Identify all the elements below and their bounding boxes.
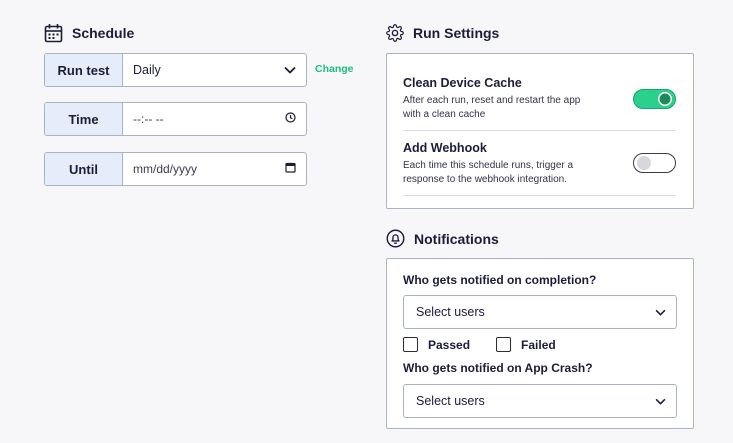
chevron-down-icon xyxy=(655,305,666,319)
chevron-down-icon xyxy=(284,63,296,77)
run-settings-panel: Clean Device Cache After each run, reset… xyxy=(386,53,694,209)
notifications-panel: Who gets notified on completion? Select … xyxy=(386,258,694,429)
schedule-title: Schedule xyxy=(72,25,135,41)
toggle-knob xyxy=(637,156,651,170)
until-input[interactable]: mm/dd/yyyy xyxy=(123,153,306,185)
webhook-title: Add Webhook xyxy=(403,141,487,155)
clean-cache-setting: Clean Device Cache After each run, reset… xyxy=(403,76,676,122)
crash-question: Who gets notified on App Crash? xyxy=(403,361,593,375)
time-input[interactable]: --:-- -- xyxy=(123,103,306,135)
until-value: mm/dd/yyyy xyxy=(133,162,198,176)
run-settings-header: Run Settings xyxy=(386,24,499,42)
crash-select-value: Select users xyxy=(416,394,485,408)
schedule-header: Schedule xyxy=(44,23,134,43)
time-value: --:-- -- xyxy=(133,112,164,126)
notifications-header: Notifications xyxy=(386,229,499,248)
completion-select-value: Select users xyxy=(416,305,485,319)
status-checkboxes: Passed Failed xyxy=(403,337,556,352)
bell-icon xyxy=(386,229,405,248)
failed-checkbox[interactable] xyxy=(496,337,512,352)
failed-label: Failed xyxy=(521,337,556,352)
run-settings-title: Run Settings xyxy=(413,25,500,41)
run-test-field[interactable]: Run test Daily xyxy=(44,53,307,87)
webhook-toggle[interactable] xyxy=(633,153,676,173)
completion-question: Who gets notified on completion? xyxy=(403,273,597,287)
divider xyxy=(403,130,676,131)
divider xyxy=(403,195,676,196)
until-field[interactable]: Until mm/dd/yyyy xyxy=(44,152,307,186)
time-field[interactable]: Time --:-- -- xyxy=(44,102,307,136)
toggle-knob xyxy=(658,92,672,106)
clean-cache-description: After each run, reset and restart the ap… xyxy=(403,95,581,120)
clock-icon[interactable] xyxy=(285,112,296,126)
gear-icon xyxy=(386,24,404,42)
run-test-select[interactable]: Daily xyxy=(123,54,306,86)
calendar-icon xyxy=(44,23,63,43)
chevron-down-icon xyxy=(655,394,666,408)
clean-cache-title: Clean Device Cache xyxy=(403,76,522,90)
webhook-description: Each time this schedule runs, trigger a … xyxy=(403,160,574,185)
passed-label: Passed xyxy=(428,337,471,352)
until-label: Until xyxy=(45,153,123,185)
notifications-title: Notifications xyxy=(414,230,499,247)
completion-users-select[interactable]: Select users xyxy=(403,295,677,329)
webhook-setting: Add Webhook Each time this schedule runs… xyxy=(403,141,676,187)
crash-users-select[interactable]: Select users xyxy=(403,384,677,418)
clean-cache-toggle[interactable] xyxy=(633,89,676,109)
run-test-label: Run test xyxy=(45,54,123,86)
passed-checkbox[interactable] xyxy=(403,337,418,352)
time-label: Time xyxy=(45,103,123,135)
run-test-value: Daily xyxy=(133,63,161,77)
change-link[interactable]: Change xyxy=(315,63,354,75)
calendar-picker-icon[interactable] xyxy=(285,162,296,176)
